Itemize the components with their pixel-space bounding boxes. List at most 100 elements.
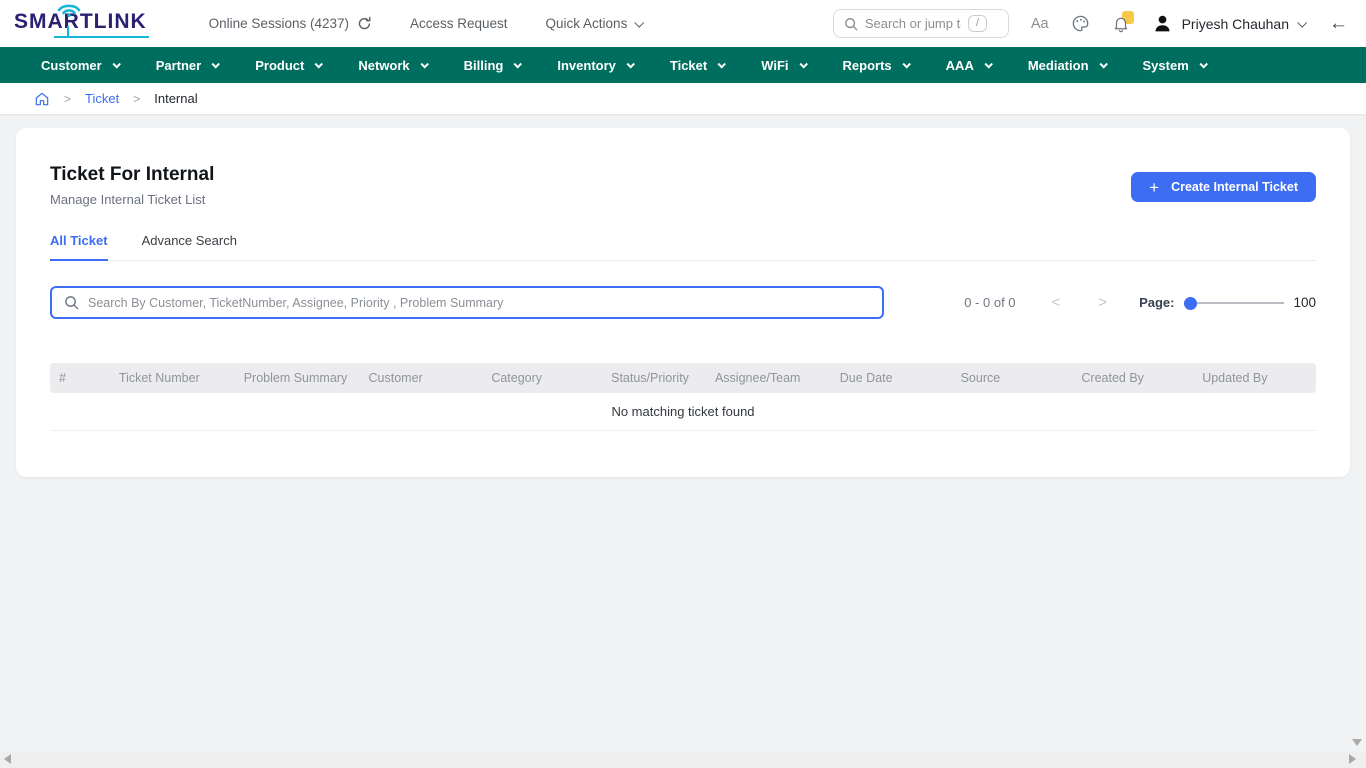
nav-item-customer[interactable]: Customer — [41, 58, 119, 73]
previous-page-button[interactable]: < — [1044, 294, 1069, 311]
scroll-down-arrow-icon[interactable] — [1352, 739, 1362, 746]
breadcrumb-link-ticket[interactable]: Ticket — [85, 91, 119, 106]
nav-item-label: Product — [255, 58, 304, 73]
column-header: Due Date — [831, 371, 952, 385]
chevron-down-icon — [984, 60, 992, 68]
back-arrow-icon[interactable]: ← — [1329, 13, 1348, 35]
chevron-down-icon — [902, 60, 910, 68]
wifi-icon — [56, 2, 82, 17]
theme-palette-icon[interactable] — [1071, 14, 1090, 33]
nav-item-label: System — [1143, 58, 1189, 73]
nav-item-reports[interactable]: Reports — [843, 58, 909, 73]
access-request-label: Access Request — [410, 16, 508, 31]
column-header: Customer — [360, 371, 483, 385]
chevron-down-icon — [420, 60, 428, 68]
slider-track — [1184, 302, 1284, 304]
chevron-down-icon — [626, 60, 634, 68]
online-sessions[interactable]: Online Sessions (4237) — [209, 16, 372, 31]
global-search[interactable]: / — [833, 9, 1009, 38]
chevron-down-icon — [1297, 18, 1307, 28]
next-page-button[interactable]: > — [1090, 294, 1115, 311]
nav-item-aaa[interactable]: AAA — [946, 58, 991, 73]
nav-item-wifi[interactable]: WiFi — [761, 58, 805, 73]
table-header-row: #Ticket NumberProblem SummaryCustomerCat… — [50, 363, 1316, 393]
notifications-bell-icon[interactable] — [1112, 14, 1130, 33]
column-header: Created By — [1072, 371, 1193, 385]
nav-item-label: Billing — [464, 58, 504, 73]
pagination: 0 - 0 of 0 < > Page: 100 — [964, 294, 1316, 311]
column-header: Ticket Number — [110, 371, 235, 385]
nav-item-label: Reports — [843, 58, 892, 73]
logo-underline-tick — [67, 26, 69, 38]
empty-message: No matching ticket found — [611, 404, 754, 419]
create-internal-ticket-button[interactable]: + Create Internal Ticket — [1131, 172, 1316, 202]
chevron-down-icon — [315, 60, 323, 68]
pagination-range: 0 - 0 of 0 — [964, 295, 1015, 310]
nav-item-inventory[interactable]: Inventory — [557, 58, 633, 73]
ticket-list-card: Ticket For Internal Manage Internal Tick… — [16, 128, 1350, 477]
column-header: # — [50, 371, 110, 385]
page-size-slider[interactable] — [1184, 296, 1284, 310]
nav-item-system[interactable]: System — [1143, 58, 1206, 73]
slider-thumb[interactable] — [1184, 297, 1197, 310]
chevron-down-icon — [212, 60, 220, 68]
ticket-search[interactable] — [50, 286, 884, 319]
nav-item-partner[interactable]: Partner — [156, 58, 219, 73]
tab-all-ticket[interactable]: All Ticket — [50, 233, 108, 261]
main-navbar: Customer Partner Product Network Billing Inve… — [0, 47, 1366, 83]
page-size-value: 100 — [1293, 295, 1316, 310]
nav-item-label: Partner — [156, 58, 202, 73]
font-size-toggle[interactable]: Aa — [1031, 16, 1049, 32]
nav-item-label: AAA — [946, 58, 974, 73]
global-search-input[interactable] — [865, 16, 961, 31]
ticket-table: #Ticket NumberProblem SummaryCustomerCat… — [50, 363, 1316, 431]
plus-icon: + — [1149, 179, 1159, 196]
chevron-down-icon — [514, 60, 522, 68]
refresh-icon[interactable] — [357, 16, 372, 31]
slash-shortcut-badge: / — [968, 15, 987, 32]
nav-item-billing[interactable]: Billing — [464, 58, 521, 73]
home-icon[interactable] — [34, 91, 50, 107]
quick-actions-label: Quick Actions — [546, 16, 628, 31]
column-header: Problem Summary — [235, 371, 360, 385]
breadcrumb-separator-icon: > — [64, 92, 71, 106]
horizontal-scrollbar[interactable] — [0, 752, 1366, 768]
table-empty-row: No matching ticket found — [50, 393, 1316, 431]
chevron-down-icon — [1199, 60, 1207, 68]
chevron-down-icon — [1099, 60, 1107, 68]
scroll-left-arrow-icon[interactable] — [4, 754, 11, 764]
tabs: All Ticket Advance Search — [50, 233, 1316, 261]
smartlink-logo[interactable]: SMARTLINK — [10, 4, 157, 43]
avatar-icon — [1152, 13, 1173, 34]
breadcrumb: > Ticket > Internal — [0, 83, 1366, 114]
chevron-down-icon — [718, 60, 726, 68]
nav-item-ticket[interactable]: Ticket — [670, 58, 724, 73]
access-request-link[interactable]: Access Request — [410, 16, 508, 31]
nav-item-mediation[interactable]: Mediation — [1028, 58, 1106, 73]
main-content: Ticket For Internal Manage Internal Tick… — [0, 114, 1366, 491]
top-header: SMARTLINK Online Sessions (4237) Access … — [0, 0, 1366, 47]
scroll-right-arrow-icon[interactable] — [1349, 754, 1356, 764]
nav-item-label: Inventory — [557, 58, 616, 73]
nav-item-label: Mediation — [1028, 58, 1089, 73]
column-header: Source — [952, 371, 1073, 385]
chevron-down-icon — [799, 60, 807, 68]
nav-item-label: Customer — [41, 58, 102, 73]
tab-advance-search[interactable]: Advance Search — [142, 233, 237, 260]
create-button-label: Create Internal Ticket — [1171, 180, 1298, 194]
online-sessions-label: Online Sessions (4237) — [209, 16, 349, 31]
user-menu[interactable]: Priyesh Chauhan — [1152, 13, 1305, 34]
nav-item-label: WiFi — [761, 58, 788, 73]
search-icon — [64, 295, 79, 310]
page-size-label: Page: — [1139, 295, 1174, 310]
user-name: Priyesh Chauhan — [1182, 16, 1289, 32]
column-header: Assignee/Team — [706, 371, 831, 385]
chevron-down-icon — [112, 60, 120, 68]
quick-actions-menu[interactable]: Quick Actions — [546, 16, 643, 31]
nav-item-label: Ticket — [670, 58, 707, 73]
nav-item-product[interactable]: Product — [255, 58, 321, 73]
column-header: Status/Priority — [602, 371, 706, 385]
ticket-search-input[interactable] — [88, 296, 870, 310]
nav-item-network[interactable]: Network — [358, 58, 426, 73]
nav-item-label: Network — [358, 58, 409, 73]
